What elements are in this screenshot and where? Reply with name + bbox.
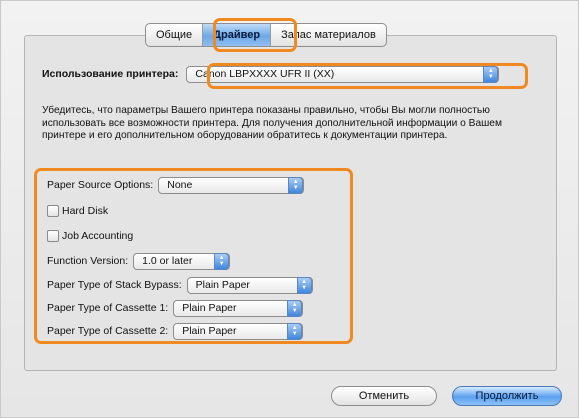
tab-supplies[interactable]: Запас материалов bbox=[271, 24, 386, 46]
function-version-label: Function Version: bbox=[47, 255, 129, 267]
cassette1-select[interactable]: Plain Paper ▲ ▼ bbox=[173, 299, 304, 317]
updown-arrows-icon: ▲ ▼ bbox=[214, 252, 230, 270]
cassette2-row: Paper Type of Cassette 2: Plain Paper ▲ ▼ bbox=[47, 322, 304, 340]
printer-select[interactable]: Canon LBPXXXX UFR II (XX) ▲ ▼ bbox=[186, 65, 500, 83]
updown-arrows-icon: ▲ ▼ bbox=[483, 65, 499, 83]
cassette2-value: Plain Paper bbox=[182, 325, 237, 337]
paper-source-row: Paper Source Options: None ▲ ▼ bbox=[47, 176, 305, 194]
info-text: Убедитесь, что параметры Вашего принтера… bbox=[42, 105, 502, 141]
stack-bypass-select[interactable]: Plain Paper ▲ ▼ bbox=[186, 276, 313, 294]
function-version-select[interactable]: 1.0 or later ▲ ▼ bbox=[133, 252, 231, 270]
cassette2-select[interactable]: Plain Paper ▲ ▼ bbox=[173, 322, 304, 340]
cassette1-label: Paper Type of Cassette 1: bbox=[47, 302, 169, 314]
paper-source-select[interactable]: None ▲ ▼ bbox=[158, 176, 305, 194]
stack-bypass-row: Paper Type of Stack Bypass: Plain Paper … bbox=[47, 276, 313, 294]
stack-bypass-value: Plain Paper bbox=[195, 279, 250, 291]
tab-driver[interactable]: Драйвер bbox=[203, 24, 272, 46]
paper-source-value: None bbox=[167, 179, 193, 191]
printer-select-value: Canon LBPXXXX UFR II (XX) bbox=[195, 68, 335, 80]
tab-bar: Общие Драйвер Запас материалов bbox=[145, 23, 387, 47]
hard-disk-label[interactable]: Hard Disk bbox=[62, 205, 108, 217]
cassette1-row: Paper Type of Cassette 1: Plain Paper ▲ ▼ bbox=[47, 299, 304, 317]
updown-arrows-icon: ▲ ▼ bbox=[287, 322, 303, 340]
cassette1-value: Plain Paper bbox=[182, 302, 237, 314]
stack-bypass-label: Paper Type of Stack Bypass: bbox=[47, 279, 182, 291]
tab-general[interactable]: Общие bbox=[146, 24, 204, 46]
job-accounting-row: Job Accounting bbox=[47, 228, 133, 244]
function-version-value: 1.0 or later bbox=[142, 255, 193, 267]
job-accounting-checkbox[interactable] bbox=[47, 230, 59, 242]
printer-row: Использование принтера: Canon LBPXXXX UF… bbox=[42, 65, 500, 83]
continue-button[interactable]: Продолжить bbox=[452, 386, 562, 406]
hard-disk-row: Hard Disk bbox=[47, 203, 108, 219]
function-version-row: Function Version: 1.0 or later ▲ ▼ bbox=[47, 252, 231, 270]
printer-label: Использование принтера: bbox=[42, 68, 179, 80]
updown-arrows-icon: ▲ ▼ bbox=[288, 176, 304, 194]
paper-source-label: Paper Source Options: bbox=[47, 179, 154, 191]
updown-arrows-icon: ▲ ▼ bbox=[287, 299, 303, 317]
job-accounting-label[interactable]: Job Accounting bbox=[62, 230, 133, 242]
hard-disk-checkbox[interactable] bbox=[47, 205, 59, 217]
cancel-button[interactable]: Отменить bbox=[331, 386, 437, 406]
cassette2-label: Paper Type of Cassette 2: bbox=[47, 325, 169, 337]
updown-arrows-icon: ▲ ▼ bbox=[296, 276, 312, 294]
printer-setup-dialog: Общие Драйвер Запас материалов Использов… bbox=[0, 0, 579, 418]
